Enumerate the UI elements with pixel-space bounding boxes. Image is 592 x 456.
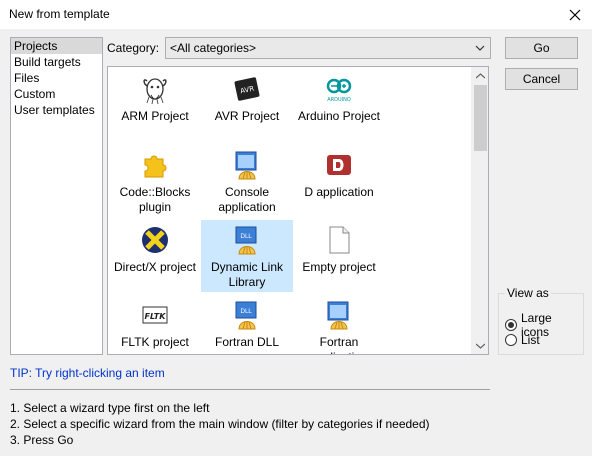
chevron-down-icon [475, 45, 485, 51]
svg-text:DLL: DLL [240, 233, 252, 240]
gnu-icon [143, 78, 167, 105]
radio-list[interactable]: List [505, 333, 540, 347]
template-label: Dynamic Link Library [210, 260, 284, 289]
template-label: ARM Project [121, 109, 189, 123]
template-type-user-templates[interactable]: User templates [11, 102, 102, 118]
title-bar: New from template [0, 0, 592, 30]
svg-text:DLL: DLL [240, 308, 252, 315]
template-type-projects[interactable]: Projects [11, 38, 102, 54]
instruction-line: 1. Select a wizard type first on the lef… [10, 401, 210, 415]
dll-shell-icon: DLL [235, 301, 257, 330]
fltk-icon: FLTK [142, 306, 168, 324]
scroll-up-button[interactable] [472, 67, 488, 84]
view-as-title: View as [505, 286, 551, 300]
chevron-down-icon [476, 343, 485, 349]
template-type-list[interactable]: Projects Build targets Files Custom User… [10, 37, 103, 355]
radio-label: List [521, 333, 540, 347]
template-item-directx[interactable]: Direct/X project [109, 220, 201, 292]
vertical-scrollbar[interactable] [471, 67, 488, 354]
radio-indicator[interactable] [505, 319, 517, 331]
template-item-d-app[interactable]: D application [293, 145, 385, 217]
chevron-up-icon [476, 72, 485, 78]
template-type-build-targets[interactable]: Build targets [11, 54, 102, 70]
dll-shell-icon: DLL [235, 226, 257, 255]
template-item-dll[interactable]: DLL Dynamic Link Library [201, 220, 293, 292]
category-dropdown[interactable]: <All categories> [165, 37, 491, 59]
template-item-fortran-app[interactable]: Fortran application [293, 295, 385, 354]
close-button[interactable] [558, 0, 592, 30]
go-button[interactable]: Go [505, 37, 578, 59]
template-label: Empty project [302, 260, 376, 274]
scroll-thumb[interactable] [474, 85, 487, 151]
template-label: Fortran DLL [214, 335, 280, 349]
blank-page-icon [329, 226, 350, 254]
template-item-fltk[interactable]: FLTK FLTK project [109, 295, 201, 354]
window-title: New from template [9, 7, 110, 21]
template-label: D application [304, 185, 374, 199]
puzzle-piece-icon [144, 155, 167, 178]
instructions: 1. Select a wizard type first on the lef… [10, 400, 430, 448]
scroll-down-button[interactable] [472, 337, 488, 354]
svg-text:FLTK: FLTK [145, 312, 167, 321]
template-item-arduino[interactable]: ARDUINO Arduino Project [293, 69, 385, 141]
tip-text: TIP: Try right-clicking an item [10, 366, 165, 380]
category-label: Category: [107, 41, 160, 55]
template-label: Console application [218, 185, 276, 214]
view-as-group: View as Large icons List [498, 286, 584, 355]
avr-chip-icon: AVR [234, 77, 260, 101]
template-item-console[interactable]: Console application [201, 145, 293, 217]
template-grid[interactable]: ARM Project AVR AVR Project ARDUINO Ardu… [107, 66, 489, 355]
template-label: Fortran application [310, 335, 367, 354]
template-type-files[interactable]: Files [11, 70, 102, 86]
arduino-icon: ARDUINO [326, 78, 352, 103]
console-shell-icon [235, 151, 257, 180]
template-item-fortran-dll[interactable]: DLL Fortran DLL [201, 295, 293, 354]
application-shell-icon [327, 301, 349, 330]
template-label: Arduino Project [297, 109, 381, 123]
d-language-icon [327, 155, 351, 175]
template-type-custom[interactable]: Custom [11, 86, 102, 102]
category-selected-value: <All categories> [170, 41, 257, 55]
template-item-avr[interactable]: AVR AVR Project [201, 69, 293, 141]
cancel-button[interactable]: Cancel [505, 68, 578, 90]
separator [10, 389, 490, 390]
close-icon [569, 9, 581, 21]
template-item-arm[interactable]: ARM Project [109, 69, 201, 141]
svg-text:ARDUINO: ARDUINO [327, 97, 351, 103]
instruction-line: 2. Select a specific wizard from the mai… [10, 417, 430, 431]
template-item-cb-plugin[interactable]: Code::Blocks plugin [109, 145, 201, 217]
template-label: Code::Blocks plugin [119, 185, 191, 214]
directx-icon [142, 227, 168, 253]
instruction-line: 3. Press Go [10, 433, 74, 447]
template-label: FLTK project [121, 335, 189, 349]
template-label: AVR Project [214, 109, 280, 123]
radio-indicator[interactable] [505, 334, 517, 346]
template-label: Direct/X project [113, 260, 197, 274]
template-item-empty[interactable]: Empty project [293, 220, 385, 292]
